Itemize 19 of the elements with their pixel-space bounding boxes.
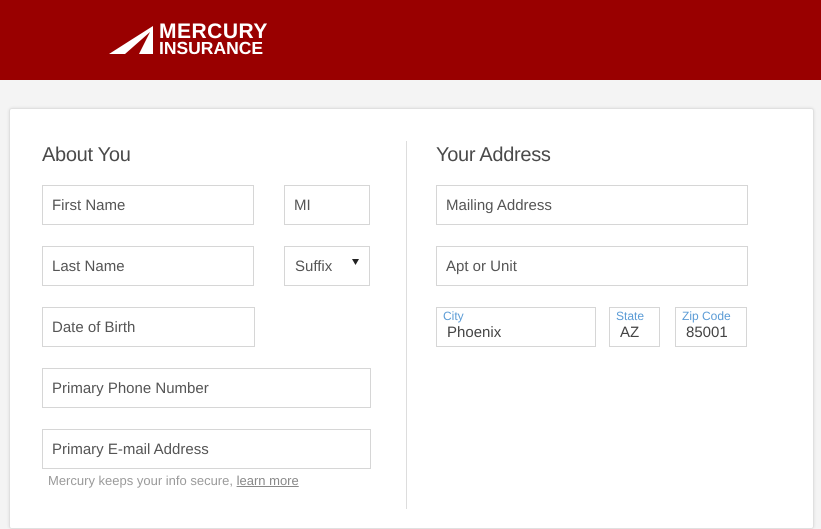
logo-icon bbox=[109, 26, 153, 54]
logo-text: MERCURY INSURANCE bbox=[159, 23, 268, 57]
text-field[interactable]: First Name bbox=[42, 185, 254, 225]
text-field[interactable]: Apt or Unit bbox=[436, 246, 748, 286]
learn-more-link[interactable]: learn more bbox=[236, 473, 299, 488]
section-title: About You bbox=[42, 143, 132, 168]
section-title: Your Address bbox=[436, 143, 552, 168]
text-field[interactable]: Last Name bbox=[42, 246, 254, 286]
text-field[interactable]: Primary Phone Number bbox=[42, 368, 371, 408]
text-field[interactable]: Primary E-mail Address bbox=[42, 429, 371, 469]
security-note: Mercury keeps your info secure, learn more bbox=[48, 473, 300, 488]
dropdown-caret-icon bbox=[352, 259, 359, 265]
text-field[interactable]: Zip Code 85001 bbox=[675, 307, 747, 347]
text-field[interactable]: State AZ bbox=[609, 307, 660, 347]
text-field[interactable]: Mailing Address bbox=[436, 185, 748, 225]
select-field[interactable]: Suffix bbox=[284, 246, 370, 286]
text-field[interactable]: MI bbox=[284, 185, 370, 225]
text-field[interactable]: Date of Birth bbox=[42, 307, 255, 347]
text-field[interactable]: City Phoenix bbox=[436, 307, 596, 347]
